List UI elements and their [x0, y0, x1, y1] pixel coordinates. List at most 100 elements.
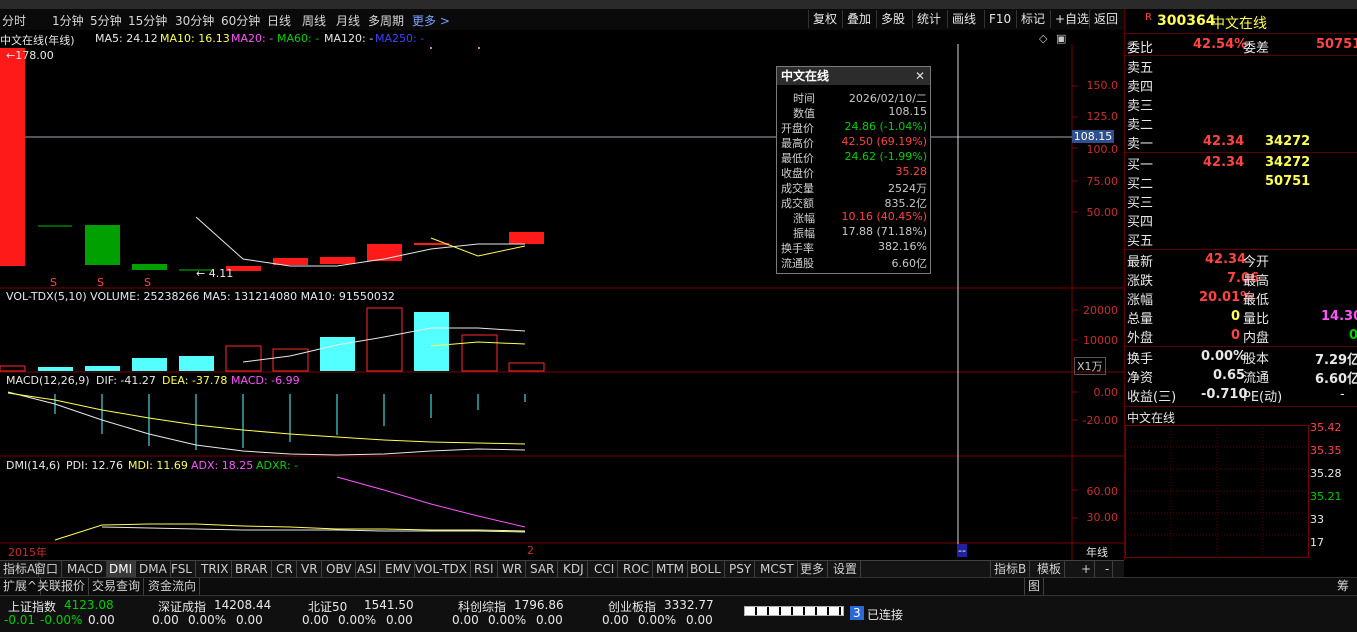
tool-back-button[interactable]: 返回 [1089, 10, 1122, 28]
vol-bar [508, 362, 545, 372]
tab-roc[interactable]: ROC [620, 561, 654, 578]
dmi-adxr-label: ADXR: - [256, 459, 299, 472]
tool-fuquan-button[interactable]: 复权 [808, 10, 841, 28]
tab-fsl[interactable]: FSL [168, 561, 196, 578]
period-multi[interactable]: 多周期 [368, 12, 404, 29]
index-amount: 0.00 [88, 613, 115, 627]
quote-panel: R 300364 中文在线 委比 42.54% 委差 50751 卖五 卖四 卖… [1124, 9, 1357, 560]
period-month[interactable]: 月线 [336, 12, 360, 29]
tab-sar[interactable]: SAR [527, 561, 559, 578]
index-amount: 0.00 [236, 613, 263, 627]
s-marker: S [97, 276, 104, 289]
vol-tick-20000: 20000 [1083, 304, 1118, 317]
tab-wr[interactable]: WR [499, 561, 527, 578]
popup-close-icon[interactable]: ✕ [915, 67, 925, 85]
tool-f10-button[interactable]: F10 [984, 10, 1015, 28]
period-more-button[interactable]: 更多 > [412, 12, 450, 29]
kline-info-popup: 中文在线 ✕ 时间 2026/02/10/二 数值 108.15 开盘价 24.… [776, 66, 931, 274]
macd-tick-minus20: -20.00 [1082, 414, 1118, 427]
dmi-adx-line [336, 476, 526, 528]
tab-fund-flow[interactable]: 资金流向 [145, 578, 201, 595]
candle-2018 [132, 264, 167, 270]
tool-draw-button[interactable]: 画线 [947, 10, 980, 28]
y-tick-150: 150.0 [1086, 79, 1119, 92]
connection-status[interactable]: 已连接 [867, 606, 903, 623]
tab-cr[interactable]: CR [273, 561, 297, 578]
tab-related-quotes[interactable]: 关联报价 [34, 578, 90, 595]
period-60min[interactable]: 60分钟 [221, 12, 260, 29]
tool-addfav-button[interactable]: +自选 [1050, 10, 1093, 28]
candle-2015 [0, 48, 25, 266]
tab-chips[interactable]: 筹 [1334, 578, 1352, 595]
tab-cci[interactable]: CCI [591, 561, 619, 578]
tab-remove-button[interactable]: - [1102, 561, 1114, 578]
period-30min[interactable]: 30分钟 [175, 12, 214, 29]
ma20-dot [430, 47, 432, 49]
kline-chart-area[interactable]: 中文在线(年线) MA5: 24.12 MA10: 16.13 MA20: - … [0, 30, 1124, 560]
tab-rsi[interactable]: RSI [471, 561, 498, 578]
chart-window-icon[interactable]: ▣ [1056, 32, 1066, 45]
tool-stats-button[interactable]: 统计 [912, 10, 945, 28]
tab-asi[interactable]: ASI [354, 561, 381, 578]
tab-dmi[interactable]: DMI [106, 561, 137, 578]
tab-macd[interactable]: MACD [64, 561, 107, 578]
buy1-volume: 34272 [1265, 155, 1311, 170]
sell1-price[interactable]: 42.34 [1203, 134, 1244, 149]
tab-indicator-b[interactable]: 指标B [990, 561, 1031, 578]
buy1-price[interactable]: 42.34 [1203, 155, 1244, 170]
tab-mtm[interactable]: MTM [653, 561, 689, 578]
tab-window[interactable]: 窗口 [31, 561, 63, 578]
macd-dif-line [7, 391, 526, 456]
vol-bar [414, 312, 449, 371]
popup-value: 24.86 (-1.04%) [844, 120, 927, 133]
tab-more[interactable]: 更多 [797, 561, 829, 578]
tab-dma[interactable]: DMA [136, 561, 171, 578]
period-1min[interactable]: 1分钟 [52, 12, 84, 29]
tool-overlay-button[interactable]: 叠加 [842, 10, 875, 28]
tab-trix[interactable]: TRIX [198, 561, 233, 578]
period-5min[interactable]: 5分钟 [90, 12, 122, 29]
tab-template[interactable]: 模板 [1034, 561, 1066, 578]
period-day[interactable]: 日线 [267, 12, 291, 29]
low-marker-value: 4.11 [208, 267, 234, 280]
inner-value: 0 [1349, 328, 1357, 343]
x-axis-cursor-label: -- [957, 544, 967, 557]
main-chart-title: 中文在线(年线) [0, 34, 75, 47]
eps-label: 收益(三) [1127, 390, 1177, 405]
vol-bar [0, 365, 26, 372]
tab-vr[interactable]: VR [298, 561, 322, 578]
tab-trade-query[interactable]: 交易查询 [89, 578, 145, 595]
tab-vol-tdx[interactable]: VOL-TDX [412, 561, 471, 578]
macd-dif-label: DIF: -41.27 [96, 374, 156, 387]
tab-add-button[interactable]: + [1078, 561, 1096, 578]
sell1-label: 卖一 [1127, 137, 1154, 152]
equity-label: 股本 [1243, 352, 1270, 367]
tab-psy[interactable]: PSY [726, 561, 756, 578]
popup-value: 10.16 (40.45%) [841, 210, 927, 223]
weibi-label: 委比 [1127, 41, 1154, 56]
tab-brar[interactable]: BRAR [232, 561, 272, 578]
index-value: 14208.44 [214, 598, 272, 612]
tool-multistock-button[interactable]: 多股 [876, 10, 909, 28]
index-amount: 0.00 [686, 613, 713, 627]
chart-diamond-icon[interactable]: ◇ [1039, 32, 1047, 45]
popup-label: 换手率 [781, 242, 814, 255]
buy2-label: 买二 [1127, 177, 1154, 192]
tab-boll[interactable]: BOLL [687, 561, 725, 578]
tab-settings[interactable]: 设置 [830, 561, 862, 578]
tab-mcst[interactable]: MCST [757, 561, 798, 578]
tab-chart[interactable]: 图 [1024, 578, 1045, 595]
period-15min[interactable]: 15分钟 [128, 12, 167, 29]
tool-mark-button[interactable]: 标记 [1016, 10, 1049, 28]
popup-value: 108.15 [888, 105, 928, 118]
panel-divider [1125, 406, 1357, 407]
tab-obv[interactable]: OBV [323, 561, 356, 578]
stock-code: 300364 [1157, 13, 1216, 29]
volume-label: 总量 [1127, 312, 1154, 327]
period-fenshi[interactable]: 分时 [2, 12, 26, 29]
tab-kdj[interactable]: KDJ [560, 561, 588, 578]
period-week[interactable]: 周线 [302, 12, 326, 29]
index-pct: 0.00% [188, 613, 227, 627]
panel-divider [1125, 33, 1357, 34]
tab-emv[interactable]: EMV [382, 561, 416, 578]
